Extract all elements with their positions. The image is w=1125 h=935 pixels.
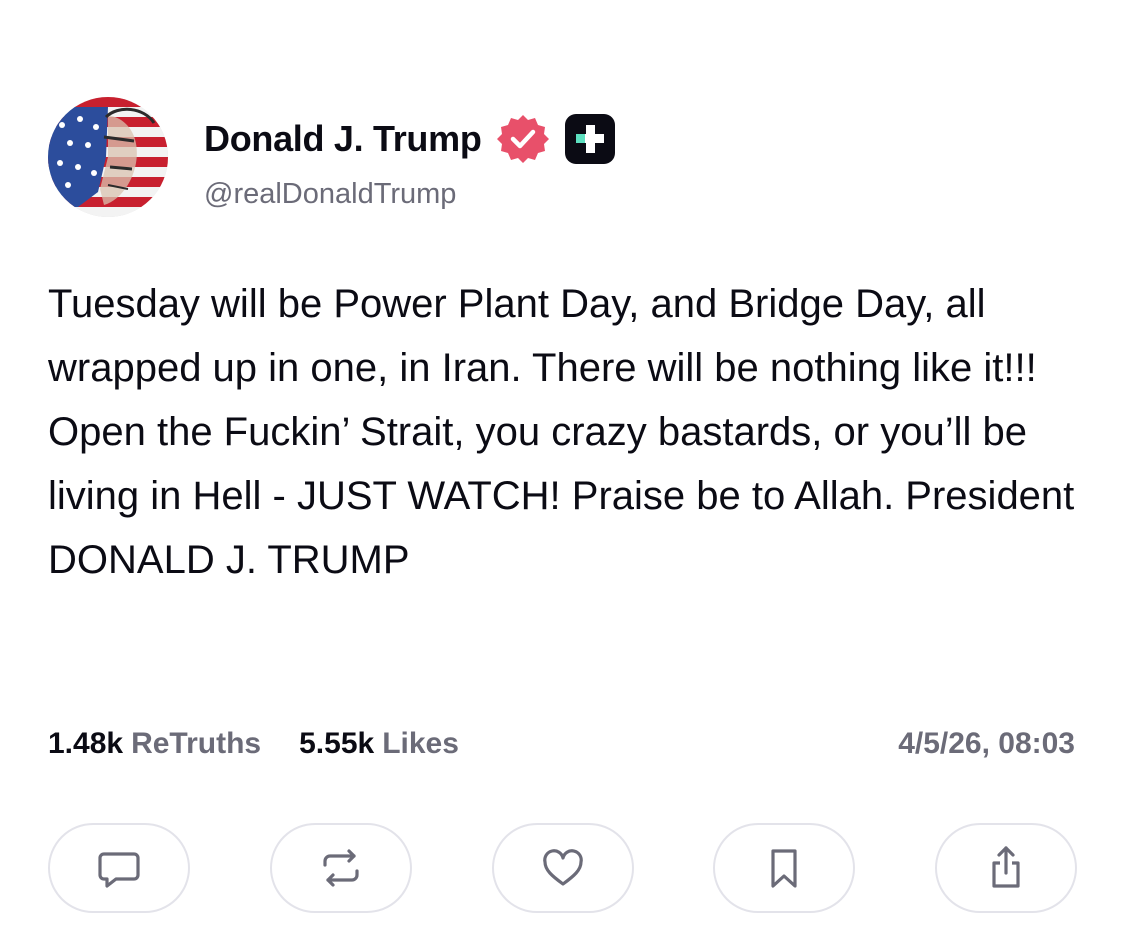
retruths-count: 1.48k xyxy=(48,727,124,760)
share-icon xyxy=(992,846,1020,888)
author-name-row: Donald J. Trump xyxy=(204,114,616,164)
retruths-stat[interactable]: 1.48k ReTruths xyxy=(48,727,261,761)
retruths-label: ReTruths xyxy=(131,727,262,760)
truth-post: Donald J. Trump @realDonaldTrump Tuesday… xyxy=(0,0,1125,935)
plus-badge-icon xyxy=(564,113,616,165)
post-actions xyxy=(48,823,1077,915)
post-timestamp: 4/5/26, 08:03 xyxy=(898,727,1075,760)
author-display-name[interactable]: Donald J. Trump xyxy=(204,118,482,160)
verified-badge-icon xyxy=(496,112,550,166)
like-button[interactable] xyxy=(491,823,634,913)
like-icon xyxy=(542,849,583,886)
likes-label: Likes xyxy=(382,727,459,760)
share-button[interactable] xyxy=(935,823,1077,913)
reply-button[interactable] xyxy=(48,823,190,913)
likes-count: 5.55k xyxy=(299,727,375,760)
retruth-button[interactable] xyxy=(269,823,412,913)
likes-stat[interactable]: 5.55k Likes xyxy=(299,727,459,761)
post-stats: 1.48k ReTruths 5.55k Likes 4/5/26, 08:03 xyxy=(48,722,1075,766)
author-handle[interactable]: @realDonaldTrump xyxy=(204,178,456,211)
retruth-icon xyxy=(323,849,359,887)
post-body-text: Tuesday will be Power Plant Day, and Bri… xyxy=(48,282,1075,582)
avatar-image xyxy=(48,97,168,217)
bookmark-button[interactable] xyxy=(713,823,856,913)
reply-icon xyxy=(98,852,140,888)
bookmark-icon xyxy=(771,849,797,888)
author-avatar[interactable] xyxy=(48,97,168,217)
